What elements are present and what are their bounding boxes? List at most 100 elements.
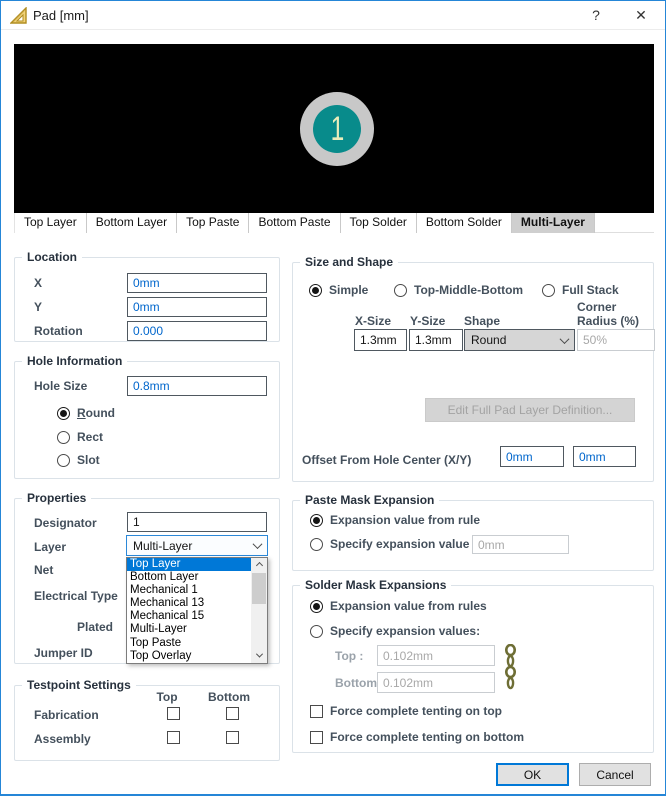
layer-option-mechanical-1[interactable]: Mechanical 1: [127, 584, 252, 597]
hole-round-label[interactable]: Round: [77, 406, 115, 420]
x-size-input[interactable]: [354, 329, 407, 351]
layer-combobox-value: Multi-Layer: [133, 538, 193, 553]
cancel-button[interactable]: Cancel: [579, 763, 651, 786]
chevron-down-icon: [559, 333, 570, 344]
rotation-input[interactable]: [127, 321, 267, 341]
ok-button[interactable]: OK: [496, 763, 569, 786]
y-size-column-label: Y-Size: [410, 314, 446, 328]
layer-option-bottom-layer[interactable]: Bottom Layer: [127, 571, 252, 584]
pad-designator-number: 1: [330, 109, 344, 148]
solder-mask-group-title: Solder Mask Expansions: [300, 578, 452, 592]
pad-dialog: Pad [mm] ? ✕ 1 Top Layer Bottom Layer To…: [0, 0, 666, 796]
offset-from-hole-center-label: Offset From Hole Center (X/Y): [302, 453, 472, 467]
scrollbar-thumb[interactable]: [252, 573, 266, 604]
scroll-down-icon[interactable]: [251, 648, 267, 663]
assembly-top-checkbox[interactable]: [167, 731, 180, 744]
size-shape-group-title: Size and Shape: [300, 255, 399, 269]
layer-option-mechanical-15[interactable]: Mechanical 15: [127, 610, 252, 623]
close-icon[interactable]: ✕: [621, 1, 661, 30]
solder-specify-label[interactable]: Specify expansion values:: [330, 624, 480, 638]
testpoint-settings-group: Testpoint Settings Top Bottom Fabricatio…: [14, 678, 280, 761]
full-stack-label[interactable]: Full Stack: [562, 283, 619, 297]
layer-option-top-layer[interactable]: Top Layer: [127, 558, 252, 572]
solder-rules-label[interactable]: Expansion value from rules: [330, 599, 487, 613]
hole-size-input[interactable]: [127, 376, 267, 396]
force-tenting-bottom-label[interactable]: Force complete tenting on bottom: [330, 730, 524, 744]
simple-label[interactable]: Simple: [329, 283, 368, 297]
paste-rule-radio[interactable]: [310, 514, 323, 527]
simple-radio[interactable]: [309, 284, 322, 297]
solder-top-label: Top :: [335, 649, 364, 663]
shape-combobox-value: Round: [471, 333, 507, 347]
hole-size-label: Hole Size: [34, 379, 88, 393]
hole-information-group: Hole Information Hole Size Round Rect Sl…: [14, 354, 280, 479]
chevron-down-icon: [252, 539, 263, 550]
testpoint-group-title: Testpoint Settings: [22, 678, 136, 692]
testpoint-top-column-label: Top: [156, 690, 178, 704]
y-input[interactable]: [127, 297, 267, 317]
solder-specify-radio[interactable]: [310, 625, 323, 638]
paste-expansion-input: [472, 535, 569, 554]
x-input[interactable]: [127, 273, 267, 293]
force-tenting-top-label[interactable]: Force complete tenting on top: [330, 704, 502, 718]
tab-bottom-layer[interactable]: Bottom Layer: [86, 213, 178, 233]
fabrication-bottom-checkbox[interactable]: [226, 707, 239, 720]
link-values-chain-icon[interactable]: [504, 644, 517, 694]
layer-option-top-paste[interactable]: Top Paste: [127, 637, 252, 650]
dropdown-scrollbar[interactable]: [251, 558, 267, 663]
y-label: Y: [34, 300, 43, 314]
fabrication-label: Fabrication: [34, 708, 99, 722]
solder-mask-expansions-group: Solder Mask Expansions Expansion value f…: [292, 578, 654, 753]
force-tenting-top-checkbox[interactable]: [310, 705, 323, 718]
net-label: Net: [34, 563, 54, 577]
layer-option-top-overlay[interactable]: Top Overlay: [127, 650, 252, 663]
top-middle-bottom-label[interactable]: Top-Middle-Bottom: [414, 283, 523, 297]
paste-specify-label[interactable]: Specify expansion value: [330, 537, 469, 551]
top-middle-bottom-radio[interactable]: [394, 284, 407, 297]
tab-top-paste[interactable]: Top Paste: [177, 213, 250, 233]
offset-x-input[interactable]: [500, 446, 564, 467]
designator-label: Designator: [34, 516, 97, 530]
layer-combobox[interactable]: Multi-Layer: [126, 535, 268, 556]
layer-dropdown-list: Top Layer Bottom Layer Mechanical 1 Mech…: [126, 557, 268, 664]
hole-rect-label[interactable]: Rect: [77, 430, 103, 444]
scroll-up-icon[interactable]: [251, 558, 267, 573]
assembly-label: Assembly: [34, 732, 91, 746]
assembly-bottom-checkbox[interactable]: [226, 731, 239, 744]
y-size-input[interactable]: [409, 329, 463, 351]
layer-option-multi-layer[interactable]: Multi-Layer: [127, 623, 252, 636]
layer-option-mechanical-13[interactable]: Mechanical 13: [127, 597, 252, 610]
pad-dialog-icon: [10, 7, 27, 24]
location-group: Location X Y Rotation: [14, 250, 280, 342]
pad-drill-hole: 1: [313, 105, 361, 153]
paste-rule-label[interactable]: Expansion value from rule: [330, 513, 480, 527]
designator-input[interactable]: [127, 512, 267, 532]
paste-specify-radio[interactable]: [310, 538, 323, 551]
hole-information-group-title: Hole Information: [22, 354, 128, 368]
hole-slot-radio[interactable]: [57, 454, 70, 467]
offset-y-input[interactable]: [573, 446, 636, 467]
properties-group-title: Properties: [22, 491, 92, 505]
jumper-id-label: Jumper ID: [34, 646, 93, 660]
hole-slot-label[interactable]: Slot: [77, 453, 100, 467]
testpoint-bottom-column-label: Bottom: [208, 690, 250, 704]
corner-radius-input: [577, 329, 655, 351]
shape-combobox[interactable]: Round: [464, 329, 575, 351]
tab-multi-layer[interactable]: Multi-Layer: [511, 213, 595, 233]
fabrication-top-checkbox[interactable]: [167, 707, 180, 720]
tab-top-layer[interactable]: Top Layer: [14, 213, 87, 233]
hole-round-radio[interactable]: [57, 407, 70, 420]
tab-bottom-solder[interactable]: Bottom Solder: [416, 213, 512, 233]
layer-label: Layer: [34, 540, 67, 554]
full-stack-radio[interactable]: [542, 284, 555, 297]
help-button[interactable]: ?: [579, 1, 613, 30]
force-tenting-bottom-checkbox[interactable]: [310, 731, 323, 744]
shape-column-label: Shape: [464, 314, 501, 328]
layer-tab-bar: Top Layer Bottom Layer Top Paste Bottom …: [14, 213, 654, 233]
size-and-shape-group: Size and Shape Simple Top-Middle-Bottom …: [292, 255, 655, 482]
tab-bottom-paste[interactable]: Bottom Paste: [249, 213, 341, 233]
tab-top-solder[interactable]: Top Solder: [340, 213, 417, 233]
hole-rect-radio[interactable]: [57, 431, 70, 444]
x-label: X: [34, 276, 43, 290]
solder-rules-radio[interactable]: [310, 600, 323, 613]
